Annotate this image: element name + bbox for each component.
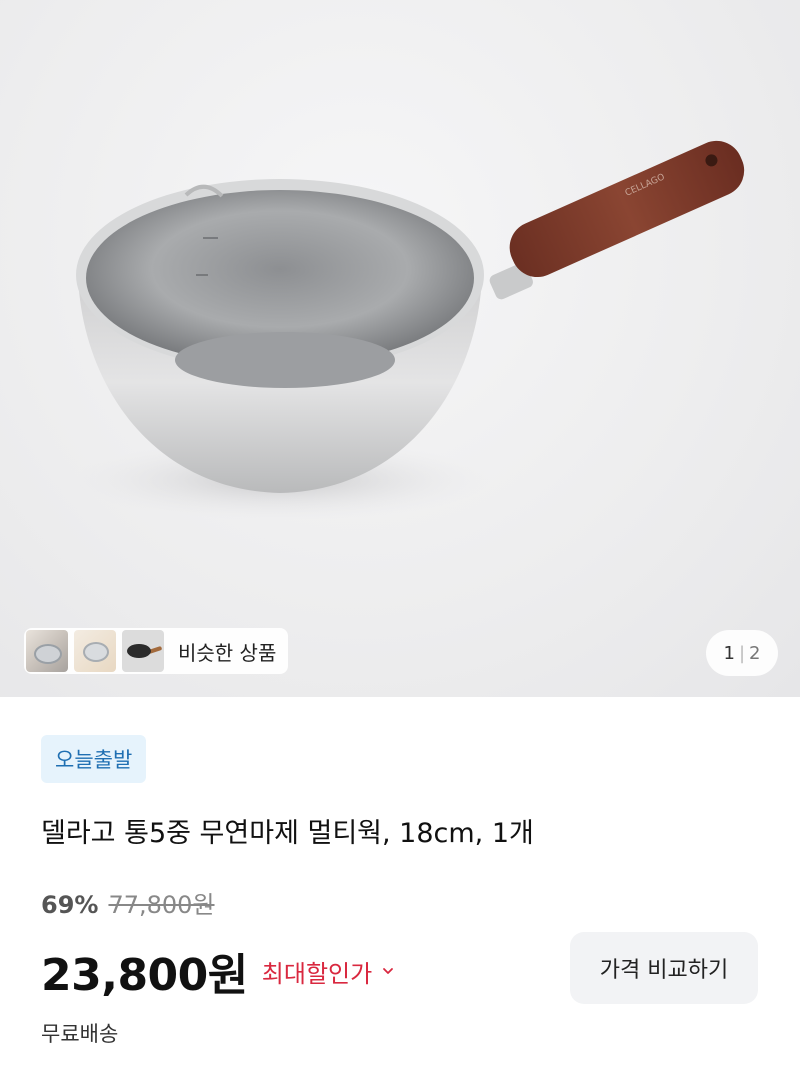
pager-current: 1 [723, 642, 735, 664]
price-row: 23,800원 최대할인가 [41, 939, 394, 1003]
similar-product-thumbnail [122, 630, 164, 672]
shipping-info: 무료배송 [41, 1022, 119, 1046]
similar-products-button[interactable]: 비슷한 상품 [24, 628, 289, 674]
pager-total: 2 [749, 642, 761, 664]
product-info: 오늘출발 델라고 통5중 무연마제 멀티웍, 18cm, 1개 69% 77,8… [0, 697, 800, 1071]
image-pager: 1 | 2 [706, 630, 778, 676]
discount-row: 69% 77,800원 [41, 885, 215, 920]
product-image-gallery[interactable]: CELLAGO 비슷한 상품 1 | 2 [0, 0, 800, 697]
product-title: 델라고 통5중 무연마제 멀티웍, 18cm, 1개 [41, 818, 534, 849]
product-image: CELLAGO [70, 140, 745, 520]
similar-product-thumbnail [26, 630, 68, 672]
max-discount-label: 최대할인가 [261, 959, 373, 988]
similar-products-label: 비슷한 상품 [178, 640, 277, 665]
sale-price: 23,800원 [41, 950, 248, 1001]
max-discount-toggle[interactable]: 최대할인가 [262, 954, 394, 989]
compare-price-button[interactable]: 가격 비교하기 [570, 932, 758, 1004]
original-price: 77,800원 [108, 891, 215, 919]
similar-product-thumbnail [74, 630, 116, 672]
delivery-badge: 오늘출발 [41, 735, 147, 783]
discount-rate: 69% [41, 891, 99, 919]
chevron-down-icon [383, 968, 394, 974]
pager-separator: | [738, 642, 746, 664]
